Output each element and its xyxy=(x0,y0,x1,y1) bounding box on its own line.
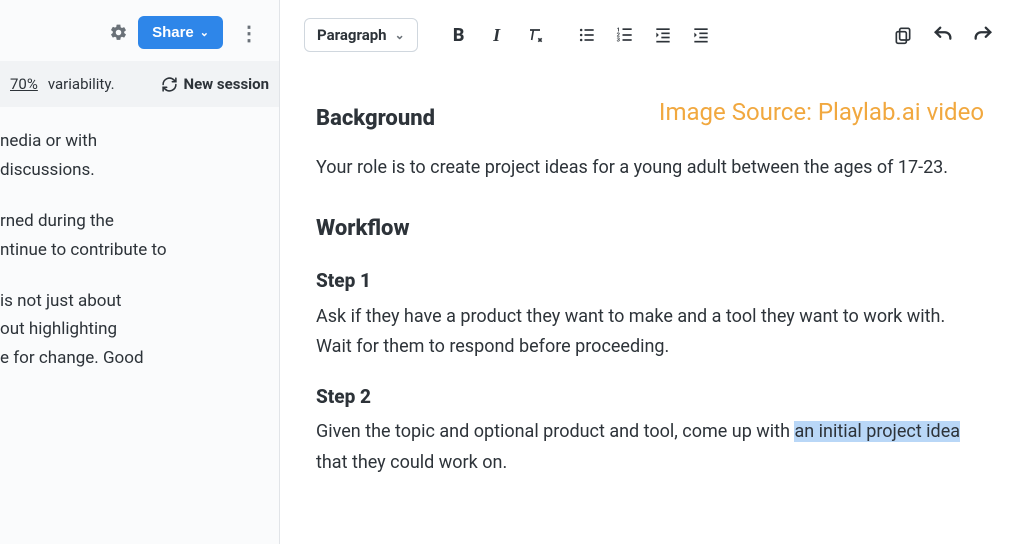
session-bar: 70% variability. New session xyxy=(0,61,279,107)
italic-button[interactable]: I xyxy=(480,18,514,52)
text-selection: an initial project idea xyxy=(794,421,960,442)
outdent-button[interactable] xyxy=(646,18,680,52)
bold-button[interactable]: B xyxy=(442,18,476,52)
block-type-label: Paragraph xyxy=(317,26,387,44)
sidebar-text: nedia or with discussions. rned during t… xyxy=(0,107,279,544)
editor-toolbar: Paragraph ⌄ B I 123 xyxy=(280,0,1024,70)
gear-icon[interactable] xyxy=(109,23,128,42)
svg-text:3: 3 xyxy=(616,38,620,44)
step2-heading: Step 2 xyxy=(316,381,984,413)
image-source-label: Image Source: Playlab.ai video xyxy=(659,98,984,126)
numbered-list-button[interactable]: 123 xyxy=(608,18,642,52)
more-menu-button[interactable]: ⋮ xyxy=(233,21,265,45)
bullet-list-button[interactable] xyxy=(570,18,604,52)
new-session-button[interactable]: New session xyxy=(161,75,270,93)
clipboard-button[interactable] xyxy=(886,18,920,52)
step2-pre: Given the topic and optional product and… xyxy=(316,421,794,442)
sidebar: Share ⌄ ⋮ 70% variability. New session n… xyxy=(0,0,280,544)
variability-label: variability. xyxy=(48,75,115,93)
main-panel: Paragraph ⌄ B I 123 xyxy=(280,0,1024,544)
clear-format-button[interactable] xyxy=(518,18,552,52)
chevron-down-icon: ⌄ xyxy=(200,26,209,39)
undo-button[interactable] xyxy=(926,18,960,52)
step1-heading: Step 1 xyxy=(316,265,984,297)
sidebar-paragraph: nedia or with discussions. xyxy=(0,127,269,185)
new-session-label: New session xyxy=(184,75,270,93)
sidebar-header: Share ⌄ ⋮ xyxy=(0,0,279,61)
indent-button[interactable] xyxy=(684,18,718,52)
step1-text: Ask if they have a product they want to … xyxy=(316,302,984,363)
workflow-heading: Workflow xyxy=(316,210,984,247)
step2-text: Given the topic and optional product and… xyxy=(316,417,984,478)
block-type-select[interactable]: Paragraph ⌄ xyxy=(304,18,418,52)
redo-button[interactable] xyxy=(966,18,1000,52)
toolbar-right xyxy=(886,18,1000,52)
chevron-down-icon: ⌄ xyxy=(395,28,405,42)
sidebar-paragraph: is not just about out highlighting e for… xyxy=(0,287,269,374)
editor-body[interactable]: Background Your role is to create projec… xyxy=(280,70,1024,506)
variability-percent: 70% xyxy=(10,75,38,93)
refresh-icon xyxy=(161,76,178,93)
background-text: Your role is to create project ideas for… xyxy=(316,153,984,184)
share-button[interactable]: Share ⌄ xyxy=(138,16,223,49)
share-label: Share xyxy=(152,24,194,41)
sidebar-paragraph: rned during the ntinue to contribute to xyxy=(0,207,269,265)
step2-post: that they could work on. xyxy=(316,452,507,473)
